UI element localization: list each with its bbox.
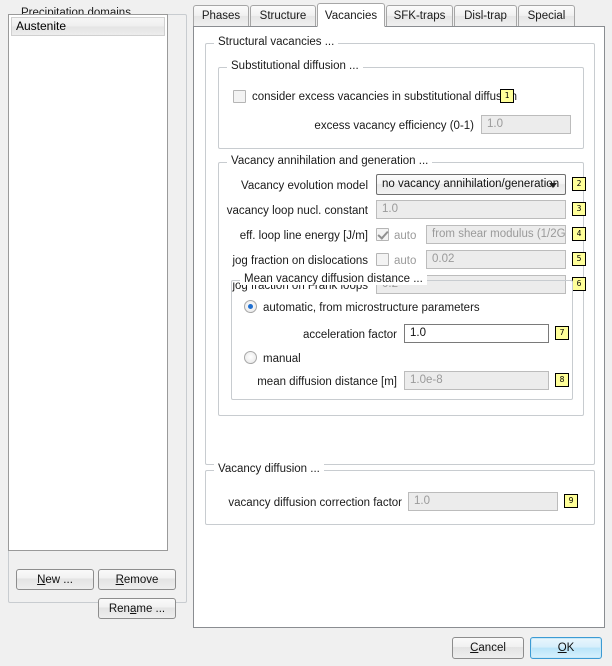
tab-vacancies[interactable]: Vacancies <box>317 3 385 27</box>
ok-button[interactable]: OK <box>530 637 602 659</box>
help-badge-5[interactable]: 5 <box>572 252 586 266</box>
help-badge-6[interactable]: 6 <box>572 277 586 291</box>
vacancy-loop-nucl-constant-input[interactable]: 1.0 <box>376 200 566 219</box>
tab-sfk-traps[interactable]: SFK-traps <box>386 5 453 27</box>
help-badge-3[interactable]: 3 <box>572 202 586 216</box>
vacancy-evolution-model-value: no vacancy annihilation/generation <box>382 178 560 190</box>
vacancies-tab-panel: Structural vacancies ... Substitutional … <box>193 26 605 628</box>
ok-button-mnemonic: O <box>557 642 567 654</box>
mean-distance-automatic-radio[interactable] <box>244 300 257 313</box>
excess-vacancy-efficiency-label: excess vacancy efficiency (0-1) <box>314 120 474 132</box>
mean-diffusion-distance-input[interactable]: 1.0e-8 <box>404 371 549 390</box>
new-button[interactable]: New ... <box>16 569 94 590</box>
vacancy-diffusion-correction-input[interactable]: 1.0 <box>408 492 558 511</box>
jog-fraction-dislocations-auto-checkbox[interactable] <box>376 253 389 266</box>
rename-button[interactable]: Rename ... <box>98 598 176 619</box>
vacancy-loop-nucl-constant-label: vacancy loop nucl. constant <box>226 205 368 217</box>
substitutional-diffusion-legend: Substitutional diffusion ... <box>227 60 363 72</box>
help-badge-9[interactable]: 9 <box>564 494 578 508</box>
vacancy-diffusion-legend: Vacancy diffusion ... <box>214 463 324 475</box>
mean-vacancy-diffusion-distance-group: Mean vacancy diffusion distance ... auto… <box>231 273 573 400</box>
consider-excess-vacancies-checkbox[interactable] <box>233 90 246 103</box>
dialog-window: Precipitation domains ... Austenite New … <box>0 0 612 666</box>
cancel-button[interactable]: Cancel <box>452 637 524 659</box>
structural-vacancies-legend: Structural vacancies ... <box>214 36 339 48</box>
excess-vacancy-efficiency-input[interactable]: 1.0 <box>481 115 571 134</box>
consider-excess-vacancies-label: consider excess vacancies in substitutio… <box>252 91 518 103</box>
mean-distance-manual-radio[interactable] <box>244 351 257 364</box>
mean-vacancy-diffusion-distance-legend: Mean vacancy diffusion distance ... <box>240 273 427 285</box>
chevron-down-icon <box>549 183 557 188</box>
eff-loop-line-energy-auto-checkbox[interactable] <box>376 228 389 241</box>
domain-list[interactable]: Austenite <box>8 14 168 551</box>
tab-disl-trap[interactable]: Disl-trap <box>454 5 517 27</box>
tab-structure[interactable]: Structure <box>250 5 316 27</box>
jog-fraction-dislocations-label: jog fraction on dislocations <box>232 255 368 267</box>
remove-button-mnemonic: R <box>115 573 124 586</box>
help-badge-2[interactable]: 2 <box>572 177 586 191</box>
ok-button-label: K <box>566 642 575 654</box>
help-badge-4[interactable]: 4 <box>572 227 586 241</box>
vacancy-evolution-model-select[interactable]: no vacancy annihilation/generation <box>376 174 566 195</box>
structural-vacancies-group: Structural vacancies ... Substitutional … <box>205 36 595 465</box>
new-button-label: ew ... <box>45 573 73 586</box>
help-badge-1[interactable]: 1 <box>500 89 514 103</box>
rename-button-label: me ... <box>136 602 166 615</box>
vacancy-diffusion-group: Vacancy diffusion ... vacancy diffusion … <box>205 463 595 525</box>
cancel-button-label: ancel <box>478 642 506 654</box>
eff-loop-line-energy-label: eff. loop line energy [J/m] <box>239 230 368 242</box>
vacancy-diffusion-correction-label: vacancy diffusion correction factor <box>228 497 402 509</box>
jog-fraction-dislocations-input[interactable]: 0.02 <box>426 250 566 269</box>
tab-phases[interactable]: Phases <box>193 5 249 27</box>
remove-button-label: emove <box>123 573 159 586</box>
eff-loop-line-energy-input[interactable]: from shear modulus (1/2Gb^2) <box>426 225 566 244</box>
tab-special[interactable]: Special <box>518 5 575 27</box>
list-item[interactable]: Austenite <box>11 17 165 36</box>
acceleration-factor-input[interactable]: 1.0 <box>404 324 549 343</box>
vacancy-evolution-model-label: Vacancy evolution model <box>241 180 368 192</box>
rename-button-prefix: Ren <box>108 602 130 615</box>
mean-diffusion-distance-label: mean diffusion distance [m] <box>257 376 397 388</box>
jog-fraction-dislocations-auto-label: auto <box>394 255 417 267</box>
acceleration-factor-label: acceleration factor <box>303 329 397 341</box>
mean-distance-manual-label: manual <box>263 353 301 365</box>
mean-distance-automatic-label: automatic, from microstructure parameter… <box>263 302 480 314</box>
vacancy-annihilation-legend: Vacancy annihilation and generation ... <box>227 155 433 167</box>
help-badge-7[interactable]: 7 <box>555 326 569 340</box>
help-badge-8[interactable]: 8 <box>555 373 569 387</box>
remove-button[interactable]: Remove <box>98 569 176 590</box>
substitutional-diffusion-group: Substitutional diffusion ... consider ex… <box>218 60 584 149</box>
vacancy-annihilation-group: Vacancy annihilation and generation ... … <box>218 155 586 416</box>
eff-loop-line-energy-auto-label: auto <box>394 230 417 242</box>
